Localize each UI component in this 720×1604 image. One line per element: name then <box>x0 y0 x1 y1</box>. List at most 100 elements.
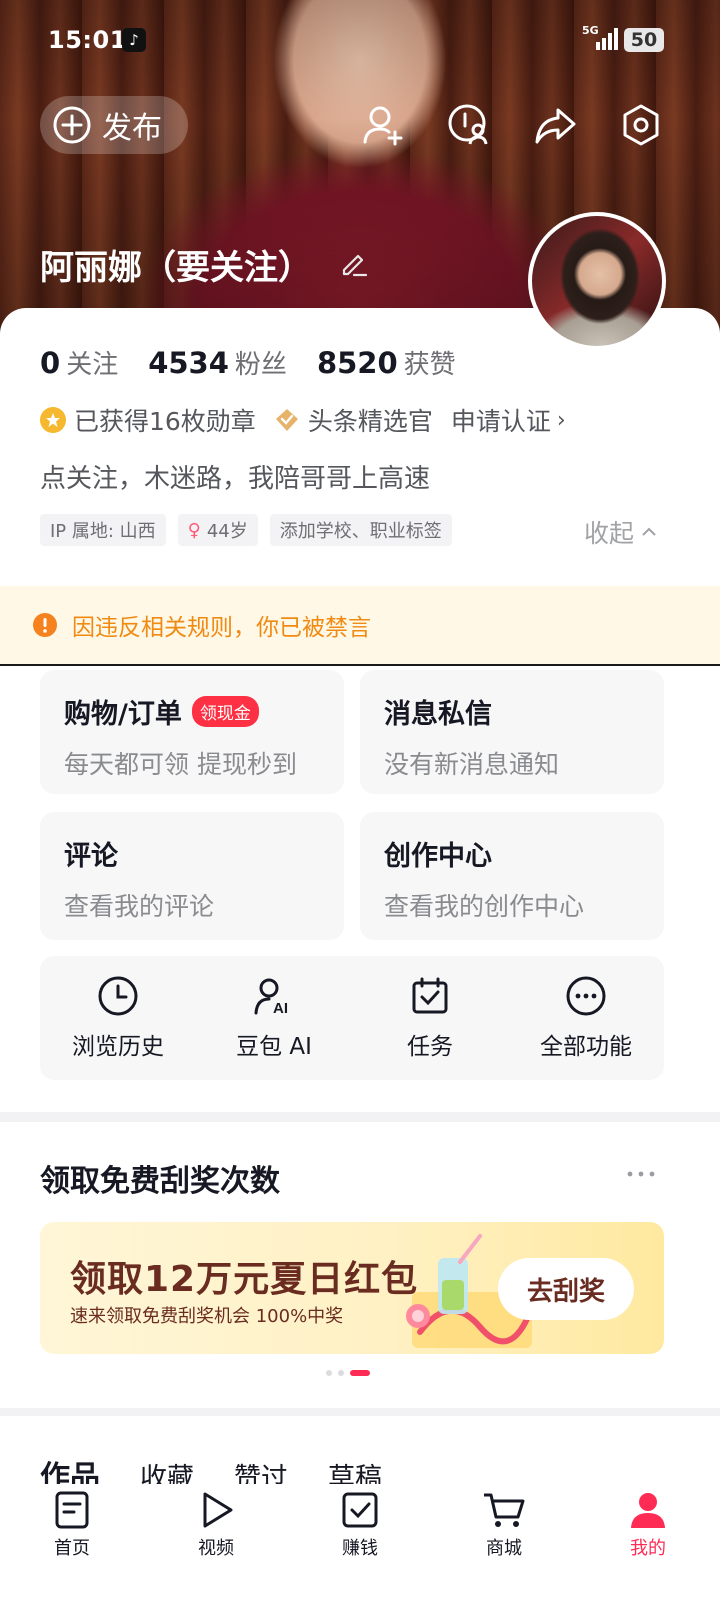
stat-followers[interactable]: 4534 粉丝 <box>148 344 287 381</box>
promo-title: 领取12万元夏日红包 <box>70 1259 419 1300</box>
carousel-indicator <box>326 1370 370 1376</box>
stat-following-label: 关注 <box>66 350 119 380</box>
check-box-icon <box>342 1492 378 1528</box>
carousel-dot <box>338 1370 344 1376</box>
cart-icon <box>484 1493 525 1527</box>
nav-home[interactable]: 首页 <box>0 1484 144 1604</box>
all-features-tool[interactable]: 全部功能 <box>516 975 656 1061</box>
nav-video-label: 视频 <box>198 1538 234 1559</box>
selector-title: 头条精选官 <box>307 407 433 436</box>
badges-row: 已获得16枚勋章 头条精选官 申请认证 › <box>40 402 566 438</box>
shop-orders-tile[interactable]: 购物/订单 领现金 每天都可领 提现秒到 <box>40 670 344 794</box>
comments-subtitle: 查看我的评论 <box>64 892 215 921</box>
collapse-label: 收起 <box>584 519 635 548</box>
shop-orders-title: 购物/订单 <box>64 699 182 730</box>
age-value: 44岁 <box>206 521 248 542</box>
collapse-button[interactable]: 收起 <box>584 514 658 550</box>
ip-location-tag: IP 属地: 山西 <box>40 514 166 546</box>
warning-icon <box>33 613 57 637</box>
more-circle-icon <box>566 976 606 1016</box>
carousel-dot-active <box>350 1370 370 1376</box>
messages-tile[interactable]: 消息私信 没有新消息通知 <box>360 670 664 794</box>
nav-mall-label: 商城 <box>486 1538 522 1559</box>
publish-button[interactable]: 发布 <box>40 96 188 154</box>
status-time: 15:01 <box>48 26 127 54</box>
history-tool[interactable]: 浏览历史 <box>48 975 188 1061</box>
cash-badge: 领现金 <box>191 696 259 727</box>
medal-icon <box>40 407 66 433</box>
settings-icon[interactable] <box>618 102 664 148</box>
carousel-dot <box>326 1370 332 1376</box>
profile-tags: IP 属地: 山西 ♀ 44岁 添加学校、职业标签 <box>40 514 452 546</box>
promo-subtitle: 速来领取免费刮奖机会 100%中奖 <box>70 1306 344 1327</box>
tasks-label: 任务 <box>407 1034 453 1060</box>
ban-notice[interactable]: 因违反相关规则，你已被禁言 <box>0 586 720 666</box>
plus-circle-icon <box>53 106 91 144</box>
nav-video[interactable]: 视频 <box>144 1484 288 1604</box>
comments-tile[interactable]: 评论 查看我的评论 <box>40 812 344 940</box>
stat-likes-label: 获赞 <box>403 350 456 380</box>
share-icon[interactable] <box>532 102 578 148</box>
visitor-icon[interactable] <box>446 102 492 148</box>
nav-home-label: 首页 <box>54 1538 90 1559</box>
stat-followers-value: 4534 <box>148 346 229 380</box>
svg-text:AI: AI <box>273 1000 288 1017</box>
quick-tools: 浏览历史 AI 豆包 AI 任务 全部功能 <box>40 956 664 1080</box>
add-tags-button[interactable]: 添加学校、职业标签 <box>269 514 452 546</box>
messages-subtitle: 没有新消息通知 <box>384 750 560 779</box>
female-icon: ♀ <box>187 519 201 541</box>
shop-orders-subtitle: 每天都可领 提现秒到 <box>64 750 297 779</box>
creator-center-subtitle: 查看我的创作中心 <box>384 892 585 921</box>
nav-me[interactable]: 我的 <box>576 1484 720 1604</box>
calendar-check-icon <box>412 977 448 1014</box>
medals-link[interactable]: 已获得16枚勋章 <box>74 402 256 438</box>
profile-stats: 0 关注 4534 粉丝 8520 获赞 <box>40 344 456 381</box>
nav-mall[interactable]: 商城 <box>432 1484 576 1604</box>
play-icon <box>203 1492 233 1528</box>
bottom-nav: 首页 视频 赚钱 商城 我的 <box>0 1484 720 1604</box>
nav-me-label: 我的 <box>630 1538 666 1559</box>
home-doc-icon <box>55 1491 89 1529</box>
avatar[interactable] <box>528 212 666 350</box>
status-bar: 15:01 ♪ 5G 50 <box>0 0 720 80</box>
chevron-up-icon <box>642 527 656 536</box>
publish-label: 发布 <box>102 111 162 146</box>
history-label: 浏览历史 <box>72 1034 164 1060</box>
scratch-section-title: 领取免费刮奖次数 <box>40 1164 280 1199</box>
verified-badge-icon <box>274 407 300 433</box>
stat-likes[interactable]: 8520 获赞 <box>317 344 456 381</box>
nav-earn-label: 赚钱 <box>342 1538 378 1559</box>
age-tag: ♀ 44岁 <box>177 514 258 546</box>
ai-person-icon: AI <box>254 978 288 1017</box>
edit-icon[interactable] <box>338 246 370 278</box>
chevron-right-icon: › <box>556 407 566 433</box>
doubao-ai-label: 豆包 AI <box>236 1034 312 1060</box>
signal-icon <box>596 28 618 50</box>
scratch-promo-banner[interactable]: 领取12万元夏日红包 速来领取免费刮奖机会 100%中奖 去刮奖 <box>40 1222 664 1354</box>
apply-verify-link[interactable]: 申请认证 <box>451 402 551 438</box>
section-divider <box>0 1112 720 1122</box>
more-options-icon[interactable] <box>626 1164 656 1184</box>
stat-following[interactable]: 0 关注 <box>40 344 118 381</box>
clock-icon <box>98 976 138 1016</box>
messages-title: 消息私信 <box>384 699 492 730</box>
profile-username: 阿丽娜（要关注） <box>40 248 312 288</box>
stat-likes-value: 8520 <box>316 346 398 380</box>
profile-bio: 点关注，木迷路，我陪哥哥上高速 <box>40 464 431 494</box>
battery-icon: 50 <box>624 28 664 52</box>
creator-center-tile[interactable]: 创作中心 查看我的创作中心 <box>360 812 664 940</box>
stat-followers-label: 粉丝 <box>234 350 287 380</box>
doubao-ai-tool[interactable]: AI 豆包 AI <box>204 975 344 1061</box>
nav-earn[interactable]: 赚钱 <box>288 1484 432 1604</box>
creator-center-title: 创作中心 <box>384 841 492 872</box>
tiktok-app-icon: ♪ <box>122 28 146 52</box>
ban-notice-text: 因违反相关规则，你已被禁言 <box>72 615 371 641</box>
stat-following-value: 0 <box>40 346 61 380</box>
add-friend-icon[interactable] <box>360 102 406 148</box>
comments-title: 评论 <box>64 841 118 872</box>
tasks-tool[interactable]: 任务 <box>360 975 500 1061</box>
person-icon <box>631 1493 665 1528</box>
scratch-button[interactable]: 去刮奖 <box>498 1258 634 1320</box>
all-features-label: 全部功能 <box>540 1034 632 1060</box>
section-divider <box>0 1408 720 1416</box>
